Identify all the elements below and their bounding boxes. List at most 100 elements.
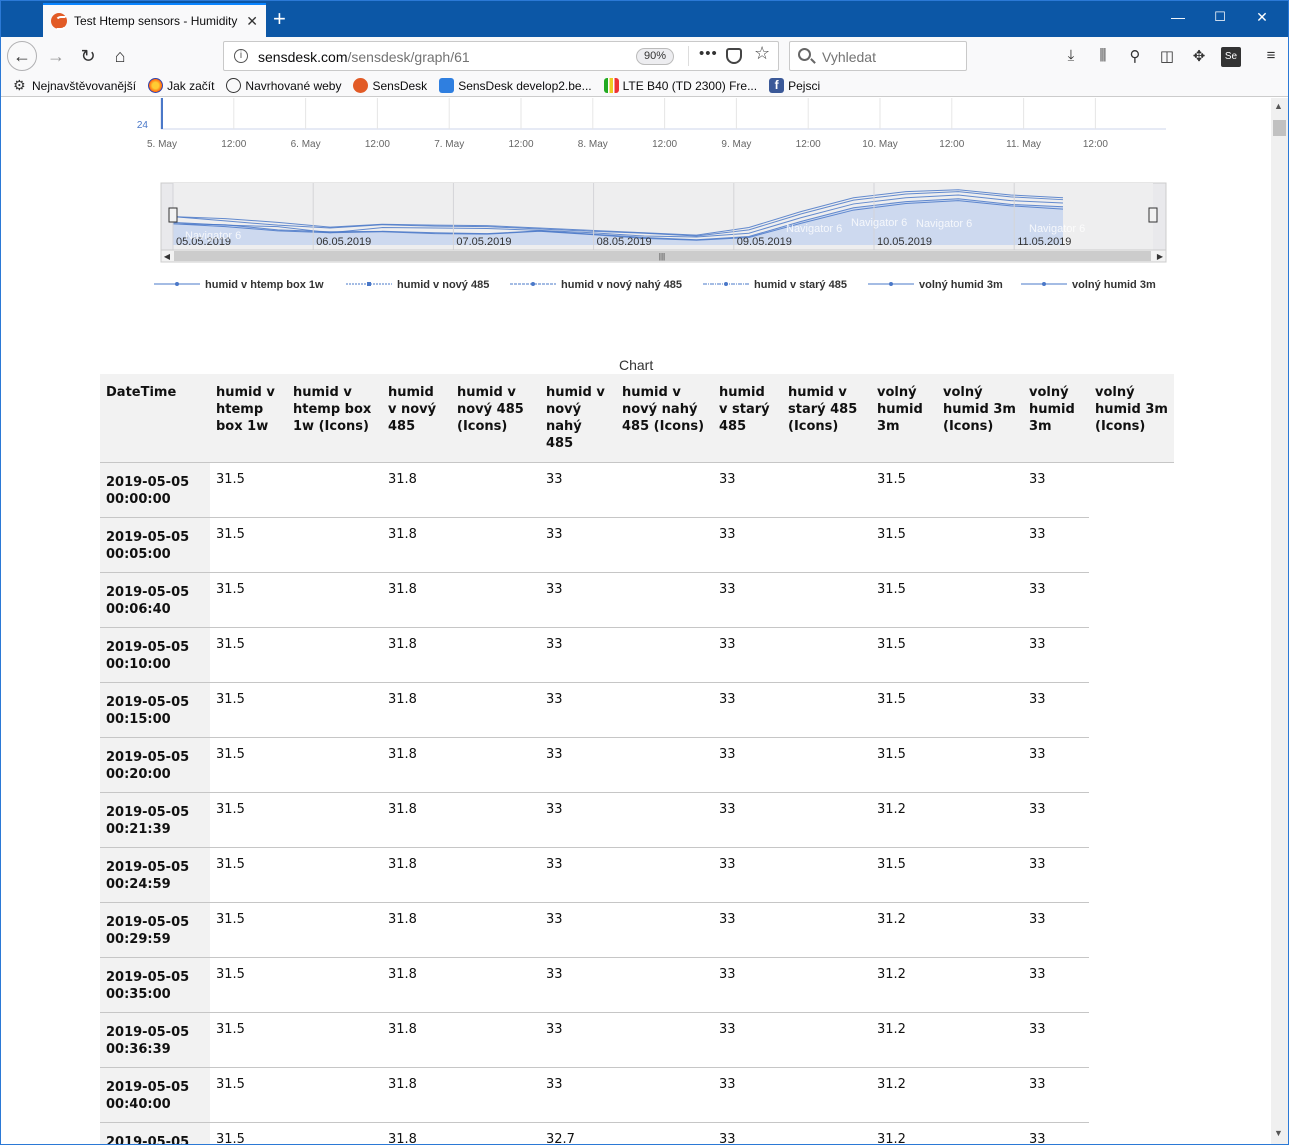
scroll-down-icon[interactable]: ▼ <box>1274 1128 1283 1138</box>
sensdesk-icon <box>353 78 369 93</box>
table-row: 2019-05-05 00:40:00 31.5 31.8 33 33 31.2 33 <box>100 1067 1174 1123</box>
home-icon[interactable]: ⌂ <box>105 41 135 71</box>
legend-item[interactable]: volný humid 3m <box>919 279 1003 291</box>
value-cell: 31.5 <box>210 1067 287 1123</box>
value-cell: 31.5 <box>871 517 937 573</box>
url-text[interactable]: sensdesk.com/sensdesk/graph/61 <box>258 49 470 65</box>
library-icon[interactable]: ⫼ <box>1093 47 1113 67</box>
value-cell: 31.5 <box>210 462 287 518</box>
selenium-icon[interactable]: Se <box>1221 47 1241 67</box>
value-cell: 33 <box>1023 957 1089 1013</box>
icons-cell <box>616 572 713 628</box>
value-cell: 31.5 <box>871 847 937 903</box>
icons-cell <box>451 572 540 628</box>
icons-cell <box>937 572 1023 628</box>
navigator-date-label: 07.05.2019 <box>456 236 511 248</box>
search-bar[interactable]: Vyhledat <box>789 41 967 71</box>
col-header: volný humid 3m (Icons) <box>1089 374 1174 463</box>
scroll-up-icon[interactable]: ▲ <box>1274 101 1283 111</box>
page-actions-icon[interactable]: ••• <box>699 45 718 62</box>
icons-cell <box>616 737 713 793</box>
scroll-thumb[interactable] <box>1273 120 1286 136</box>
legend-item[interactable]: humid v nový nahý 485 <box>561 279 682 291</box>
date-text: 2019-05-05 <box>106 585 190 600</box>
value-cell: 31.5 <box>871 627 937 683</box>
legend-item[interactable]: humid v htemp box 1w <box>205 279 324 291</box>
legend-item[interactable]: humid v starý 485 <box>754 279 847 291</box>
site-info-icon[interactable]: i <box>234 49 248 63</box>
datetime-cell: 2019-05-05 00:36:39 <box>100 1012 210 1068</box>
humidity-chart: 24 5. May 12:00 6. May 12:00 7. May 12:00 8. Ma… <box>137 98 1167 291</box>
navigator-handle[interactable] <box>168 207 178 223</box>
bookmark-item[interactable]: LTE B40 (TD 2300) Fre... <box>603 78 757 93</box>
col-header: humid v starý 485 (Icons) <box>782 374 871 463</box>
icons-cell <box>287 847 382 903</box>
reload-icon[interactable]: ↻ <box>73 41 103 71</box>
value-cell: 33 <box>1023 1067 1089 1123</box>
datetime-cell: 2019-05-05 00:05:00 <box>100 517 210 573</box>
value-cell: 33 <box>1023 902 1089 958</box>
value-cell: 33 <box>540 1067 616 1123</box>
bookmark-item[interactable]: ⚙ Nejnavštěvovanější <box>13 78 136 93</box>
datetime-cell: 2019-05-05 00:10:00 <box>100 627 210 683</box>
bookmark-item[interactable]: Navrhované weby <box>226 78 341 93</box>
value-cell: 33 <box>713 1122 782 1144</box>
table-header-row: DateTime humid v htemp box 1w humid v ht… <box>100 374 1174 463</box>
value-cell: 31.8 <box>382 517 451 573</box>
scroll-right-icon: ▶ <box>1157 252 1164 261</box>
col-header: humid v htemp box 1w (Icons) <box>287 374 382 463</box>
icons-cell <box>451 847 540 903</box>
new-tab-icon[interactable]: + <box>273 6 286 32</box>
value-cell: 33 <box>1023 792 1089 848</box>
url-bar[interactable]: i sensdesk.com/sensdesk/graph/61 90% •••… <box>223 41 779 71</box>
value-cell: 31.8 <box>382 462 451 518</box>
scroll-left-icon: ◀ <box>164 252 171 261</box>
legend-item[interactable]: volný humid 3m <box>1072 279 1156 291</box>
bookmark-item[interactable]: Jak začít <box>148 78 214 93</box>
pocket-icon[interactable] <box>726 48 742 64</box>
value-cell: 31.5 <box>210 737 287 793</box>
x-tick-label: 12:00 <box>365 139 390 150</box>
value-cell: 33 <box>540 572 616 628</box>
forward-icon[interactable]: → <box>41 41 71 71</box>
close-window-icon[interactable]: ✕ <box>1239 9 1285 26</box>
table-row: 2019-05-05 00:36:39 31.5 31.8 33 33 31.2 33 <box>100 1012 1174 1068</box>
icons-cell <box>937 1067 1023 1123</box>
navigator-handle[interactable] <box>1148 207 1158 223</box>
bookmark-item[interactable]: SensDesk develop2.be... <box>439 78 592 93</box>
key-icon[interactable]: ⚲ <box>1125 47 1145 67</box>
back-icon[interactable]: ← <box>7 41 37 71</box>
active-tab[interactable]: Test Htemp sensors - Humidity ✕ <box>43 3 266 37</box>
sidebar-icon[interactable]: ◫ <box>1157 47 1177 67</box>
legend-item[interactable]: humid v nový 485 <box>397 279 489 291</box>
download-icon[interactable]: ⤓ <box>1061 47 1081 67</box>
time-text: 00:10:00 <box>106 657 171 672</box>
icons-cell <box>287 682 382 738</box>
bookmark-item[interactable]: f Pejsci <box>769 78 820 93</box>
value-cell: 31.8 <box>382 572 451 628</box>
maximize-icon[interactable]: ☐ <box>1197 9 1243 25</box>
zoom-badge[interactable]: 90% <box>636 48 674 65</box>
bookmark-item[interactable]: SensDesk <box>353 78 427 93</box>
icons-cell <box>451 1012 540 1068</box>
legend-marker <box>175 282 179 286</box>
navigator-date-label: 09.05.2019 <box>737 236 792 248</box>
value-cell: 33 <box>540 957 616 1013</box>
value-cell: 33 <box>713 957 782 1013</box>
value-cell: 31.2 <box>871 1122 937 1144</box>
bookmark-star-icon[interactable]: ☆ <box>754 43 770 64</box>
navigator-date-label: 08.05.2019 <box>597 236 652 248</box>
value-cell: 31.5 <box>871 682 937 738</box>
vertical-scrollbar[interactable]: ▲ ▼ <box>1271 98 1288 1144</box>
value-cell: 31.8 <box>382 1122 451 1144</box>
table-row: 2019-05-05 00:05:00 31.5 31.8 33 33 31.5 33 <box>100 517 1174 573</box>
minimize-icon[interactable]: — <box>1155 9 1201 25</box>
date-text: 2019-05-05 <box>106 860 190 875</box>
tab-close-icon[interactable]: ✕ <box>246 13 258 30</box>
extension-icon[interactable]: ✥ <box>1189 47 1209 67</box>
menu-icon[interactable]: ≡ <box>1261 47 1281 67</box>
value-cell: 31.2 <box>871 792 937 848</box>
icons-cell <box>616 517 713 573</box>
navigator-series-label: Navigator 6 <box>916 218 972 230</box>
date-text: 2019-05-05 <box>106 530 190 545</box>
